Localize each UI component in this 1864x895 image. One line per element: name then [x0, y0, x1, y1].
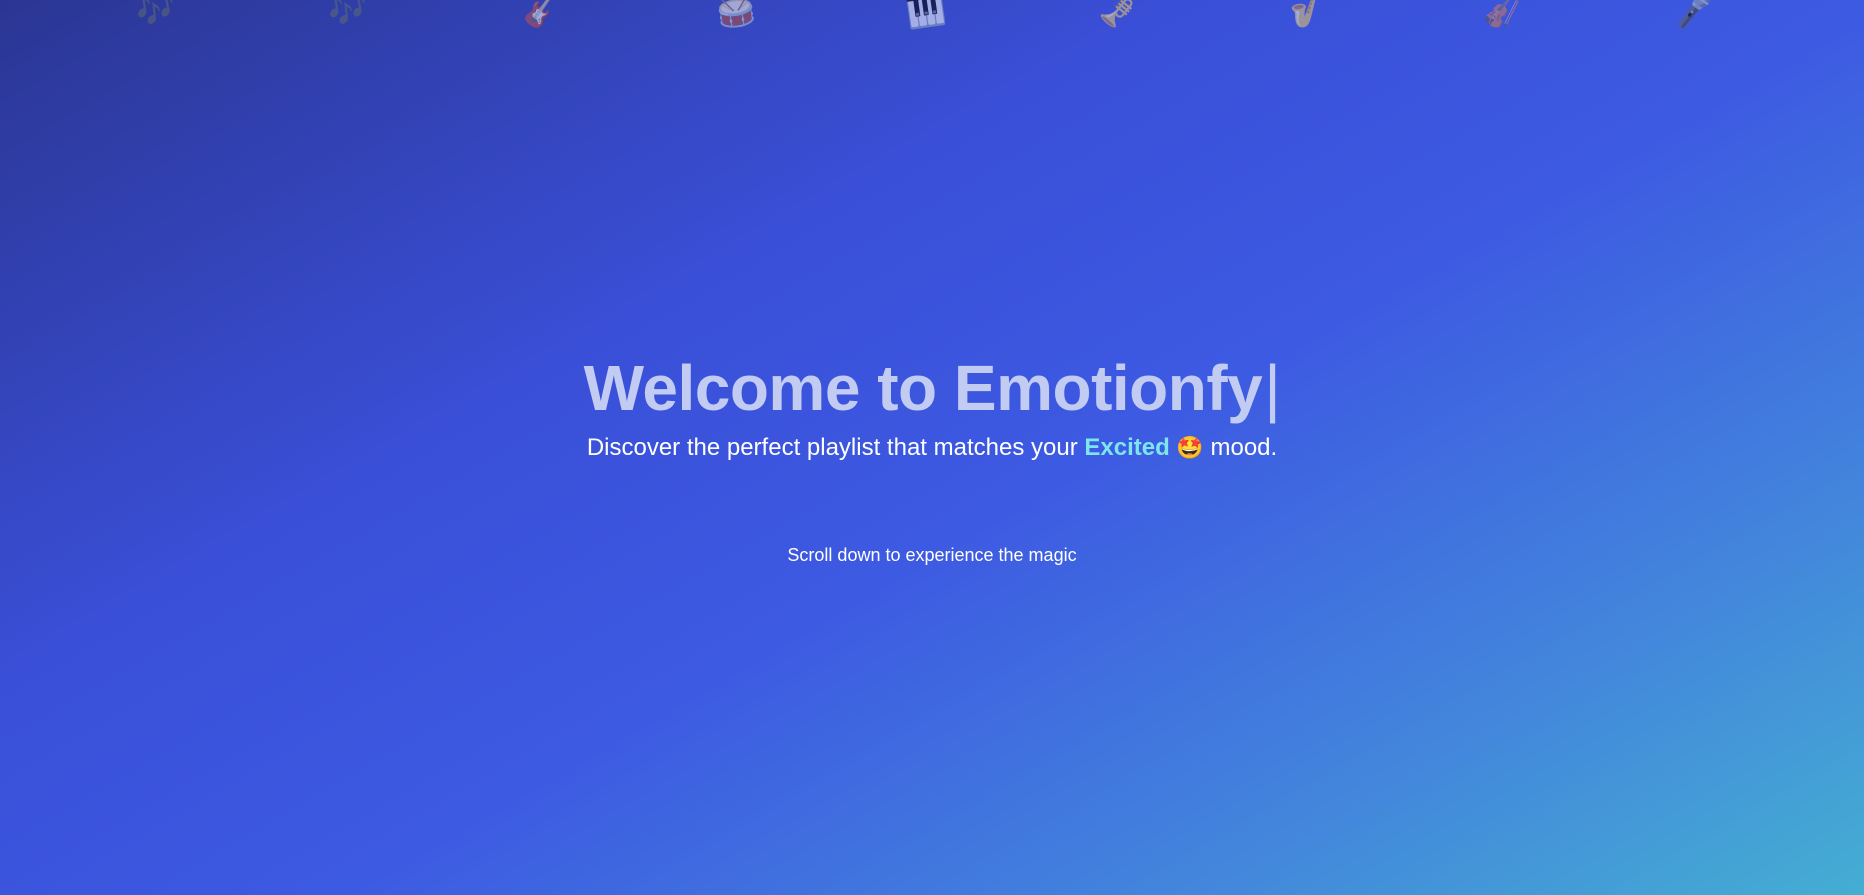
violin-icon: 🎻: [1479, 0, 1525, 31]
saxophone-icon: 🎷: [1287, 0, 1333, 31]
hero-section: Welcome to Emotionfy| Discover the perfe…: [0, 350, 1864, 464]
microphone-icon: 🎤: [1671, 0, 1717, 31]
piano-icon: 🎹: [903, 0, 949, 31]
mood-emoji-icon: 🤩: [1176, 435, 1204, 460]
hero-title-text: Welcome to Emotionfy: [583, 352, 1263, 424]
trumpet-icon: 🎺: [1095, 0, 1141, 31]
hero-subtitle-tail: mood.: [1203, 434, 1278, 461]
hero-subtitle-lead: Discover the perfect playlist that match…: [586, 434, 1085, 461]
scroll-hint: Scroll down to experience the magic: [787, 545, 1077, 565]
typing-cursor: |: [1264, 352, 1281, 424]
hero-title: Welcome to Emotionfy|: [0, 350, 1864, 426]
current-mood: Excited: [1084, 434, 1170, 461]
guitar-icon: 🎸: [519, 0, 565, 31]
music-notes-icon: 🎶: [325, 0, 371, 31]
instrument-icon-strip: 🎶 🎶 🎸 🥁 🎹 🎺 🎷 🎻 🎤: [0, 0, 1864, 40]
drum-icon: 🥁: [713, 0, 759, 31]
music-notes-icon: 🎶: [133, 0, 179, 31]
hero-subtitle: Discover the perfect playlist that match…: [0, 432, 1864, 464]
